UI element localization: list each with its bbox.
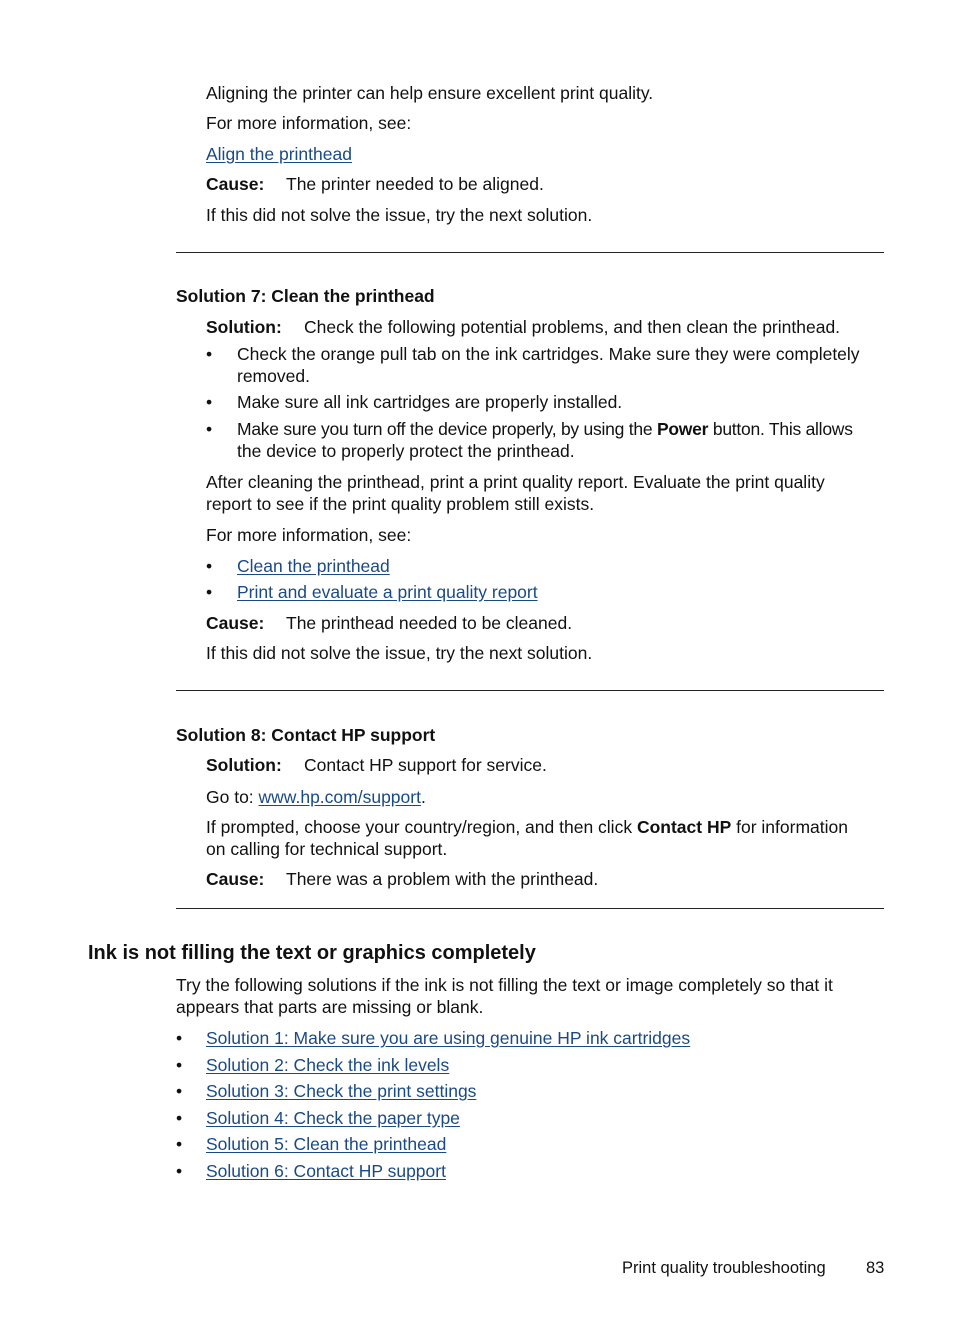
intro-paragraph: Try the following solutions if the ink i… (176, 974, 833, 1018)
cause-text: The printhead needed to be cleaned. (286, 613, 573, 633)
paragraph-line: Try the following solutions if the ink i… (176, 975, 833, 995)
paragraph-text: for information (731, 817, 848, 837)
solution-line: Solution: Check the following potential p… (206, 316, 840, 338)
cause-text: The printer needed to be aligned. (286, 174, 544, 194)
paragraph-text: on calling for technical support. (206, 839, 448, 859)
clean-printhead-link[interactable]: Clean the printhead (237, 555, 390, 577)
solution-text: Check the following potential problems, … (304, 317, 841, 337)
paragraph-line: appears that parts are missing or blank. (176, 997, 484, 1017)
list-item-text: Check the orange pull tab on the ink car… (237, 344, 860, 364)
list-item-text: removed. (237, 366, 310, 386)
cause-label: Cause: (206, 613, 265, 633)
paragraph-text: If prompted, choose your country/region,… (206, 817, 637, 837)
power-button-term: Power (656, 419, 709, 439)
cause-line: Cause: The printer needed to be aligned. (206, 173, 544, 195)
solution-label: Solution: (206, 317, 282, 337)
list-item: Make sure you turn off the device proper… (237, 418, 853, 462)
cause-line: Cause: The printhead needed to be cleaned… (206, 612, 572, 634)
section-heading: Ink is not filling the text or graphics … (88, 942, 536, 964)
solution-text: Contact HP support for service. (304, 755, 547, 775)
cause-label: Cause: (206, 869, 265, 889)
page-number: 83 (866, 1259, 885, 1277)
solution-2-link[interactable]: Solution 2: Check the ink levels (206, 1054, 449, 1076)
divider (176, 908, 884, 909)
bullet-icon: • (176, 1134, 183, 1154)
align-printhead-link[interactable]: Align the printhead (206, 143, 352, 165)
after-cleaning-paragraph: After cleaning the printhead, print a pr… (206, 471, 825, 515)
cause-line: Cause: There was a problem with the print… (206, 868, 598, 890)
cause-label: Cause: (206, 174, 265, 194)
bullet-icon: • (206, 419, 213, 439)
bullet-icon: • (206, 344, 213, 364)
bullet-icon: • (176, 1108, 183, 1128)
solution-4-link[interactable]: Solution 4: Check the paper type (206, 1107, 460, 1129)
bullet-icon: • (176, 1028, 183, 1048)
solution-3-link[interactable]: Solution 3: Check the print settings (206, 1080, 476, 1102)
solution-line: Solution: Contact HP support for service. (206, 754, 547, 776)
solution-5-link[interactable]: Solution 5: Clean the printhead (206, 1133, 446, 1155)
bullet-icon: • (176, 1161, 183, 1181)
print-quality-report-link[interactable]: Print and evaluate a print quality repor… (237, 581, 538, 603)
paragraph: Aligning the printer can help ensure exc… (206, 83, 654, 103)
more-info-label: For more information, see: (206, 113, 412, 133)
goto-label: Go to: (206, 787, 259, 807)
contact-hp-term: Contact HP (636, 817, 732, 837)
list-item: Check the orange pull tab on the ink car… (237, 343, 860, 387)
solution-label: Solution: (206, 755, 282, 775)
list-item-text: button. This allows (708, 419, 853, 439)
list-item-text: Make sure you turn off the device proper… (237, 419, 657, 439)
more-info-label: For more information, see: (206, 525, 412, 545)
bullet-icon: • (206, 556, 213, 576)
paragraph-line: After cleaning the printhead, print a pr… (206, 472, 825, 492)
divider (176, 690, 884, 691)
list-item-text: the device to properly protect the print… (237, 441, 575, 461)
divider (176, 252, 884, 253)
cause-text: There was a problem with the printhead. (286, 869, 599, 889)
list-item: Make sure all ink cartridges are properl… (237, 392, 623, 412)
next-solution-note: If this did not solve the issue, try the… (206, 205, 593, 225)
footer-section-title: Print quality troubleshooting (622, 1259, 826, 1277)
bullet-icon: • (206, 392, 213, 412)
bullet-icon: • (176, 1081, 183, 1101)
period: . (420, 787, 426, 807)
next-solution-note: If this did not solve the issue, try the… (206, 643, 593, 663)
paragraph-line: report to see if the print quality probl… (206, 494, 595, 514)
bullet-icon: • (206, 582, 213, 602)
solution-7-heading: Solution 7: Clean the printhead (176, 286, 435, 306)
goto-line: Go to: www.hp.com/support. (206, 786, 426, 808)
solution-6-link[interactable]: Solution 6: Contact HP support (206, 1160, 446, 1182)
hp-support-link[interactable]: www.hp.com/support (259, 787, 421, 807)
solution-1-link[interactable]: Solution 1: Make sure you are using genu… (206, 1027, 690, 1049)
prompt-paragraph: If prompted, choose your country/region,… (206, 816, 848, 860)
solution-8-heading: Solution 8: Contact HP support (176, 725, 436, 745)
bullet-icon: • (176, 1055, 183, 1075)
